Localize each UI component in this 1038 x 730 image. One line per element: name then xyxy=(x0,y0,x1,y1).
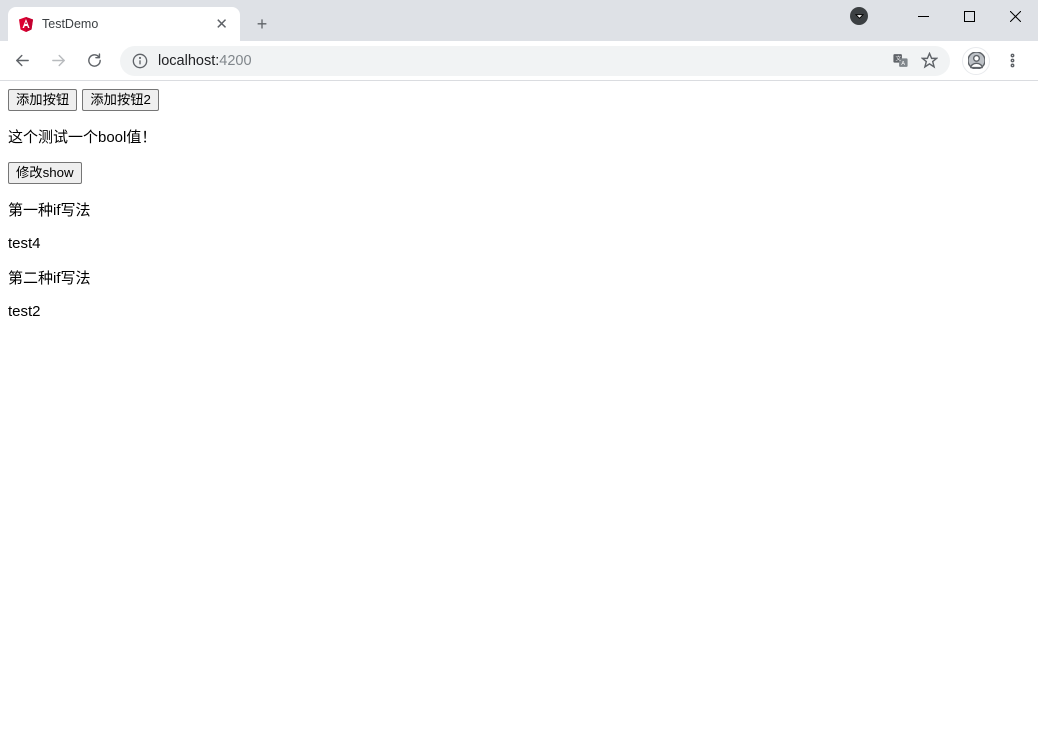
forward-button-icon xyxy=(42,45,74,77)
test2-text: test2 xyxy=(8,303,1030,320)
modify-show-button[interactable]: 修改show xyxy=(8,162,82,184)
page-content: 添加按钮 添加按钮2 这个测试一个bool值！ 修改show 第一种if写法 t… xyxy=(0,81,1038,343)
close-tab-icon[interactable]: ✕ xyxy=(213,15,230,34)
angular-favicon-icon xyxy=(18,16,34,32)
tab-title: TestDemo xyxy=(42,17,213,31)
notification-indicator-icon[interactable] xyxy=(836,0,882,32)
browser-toolbar: localhost:4200 文A xyxy=(0,41,1038,81)
menu-kebab-icon[interactable] xyxy=(996,45,1028,77)
url-host: localhost: xyxy=(158,53,219,69)
translate-icon[interactable]: 文A xyxy=(892,52,909,69)
minimize-window-icon[interactable] xyxy=(900,0,946,32)
profile-avatar-icon[interactable] xyxy=(960,45,992,77)
window-controls xyxy=(836,0,1038,32)
close-window-icon[interactable] xyxy=(992,0,1038,32)
add-button-2[interactable]: 添加按钮2 xyxy=(82,89,159,111)
if-method-1-heading: 第一种if写法 xyxy=(8,199,1030,220)
test4-text: test4 xyxy=(8,235,1030,252)
bool-test-text: 这个测试一个bool值！ xyxy=(8,126,1030,147)
maximize-window-icon[interactable] xyxy=(946,0,992,32)
new-tab-button[interactable]: + xyxy=(248,10,276,38)
browser-tab[interactable]: TestDemo ✕ xyxy=(8,7,240,41)
back-button-icon[interactable] xyxy=(6,45,38,77)
site-info-icon[interactable] xyxy=(132,53,148,69)
svg-text:A: A xyxy=(901,61,905,67)
reload-button-icon[interactable] xyxy=(78,45,110,77)
if-method-2-heading: 第二种if写法 xyxy=(8,267,1030,288)
address-bar[interactable]: localhost:4200 文A xyxy=(120,46,950,76)
url-port: 4200 xyxy=(219,53,251,69)
bookmark-star-icon[interactable] xyxy=(921,52,938,69)
add-button-1[interactable]: 添加按钮 xyxy=(8,89,77,111)
browser-tab-strip: TestDemo ✕ + xyxy=(0,0,1038,41)
